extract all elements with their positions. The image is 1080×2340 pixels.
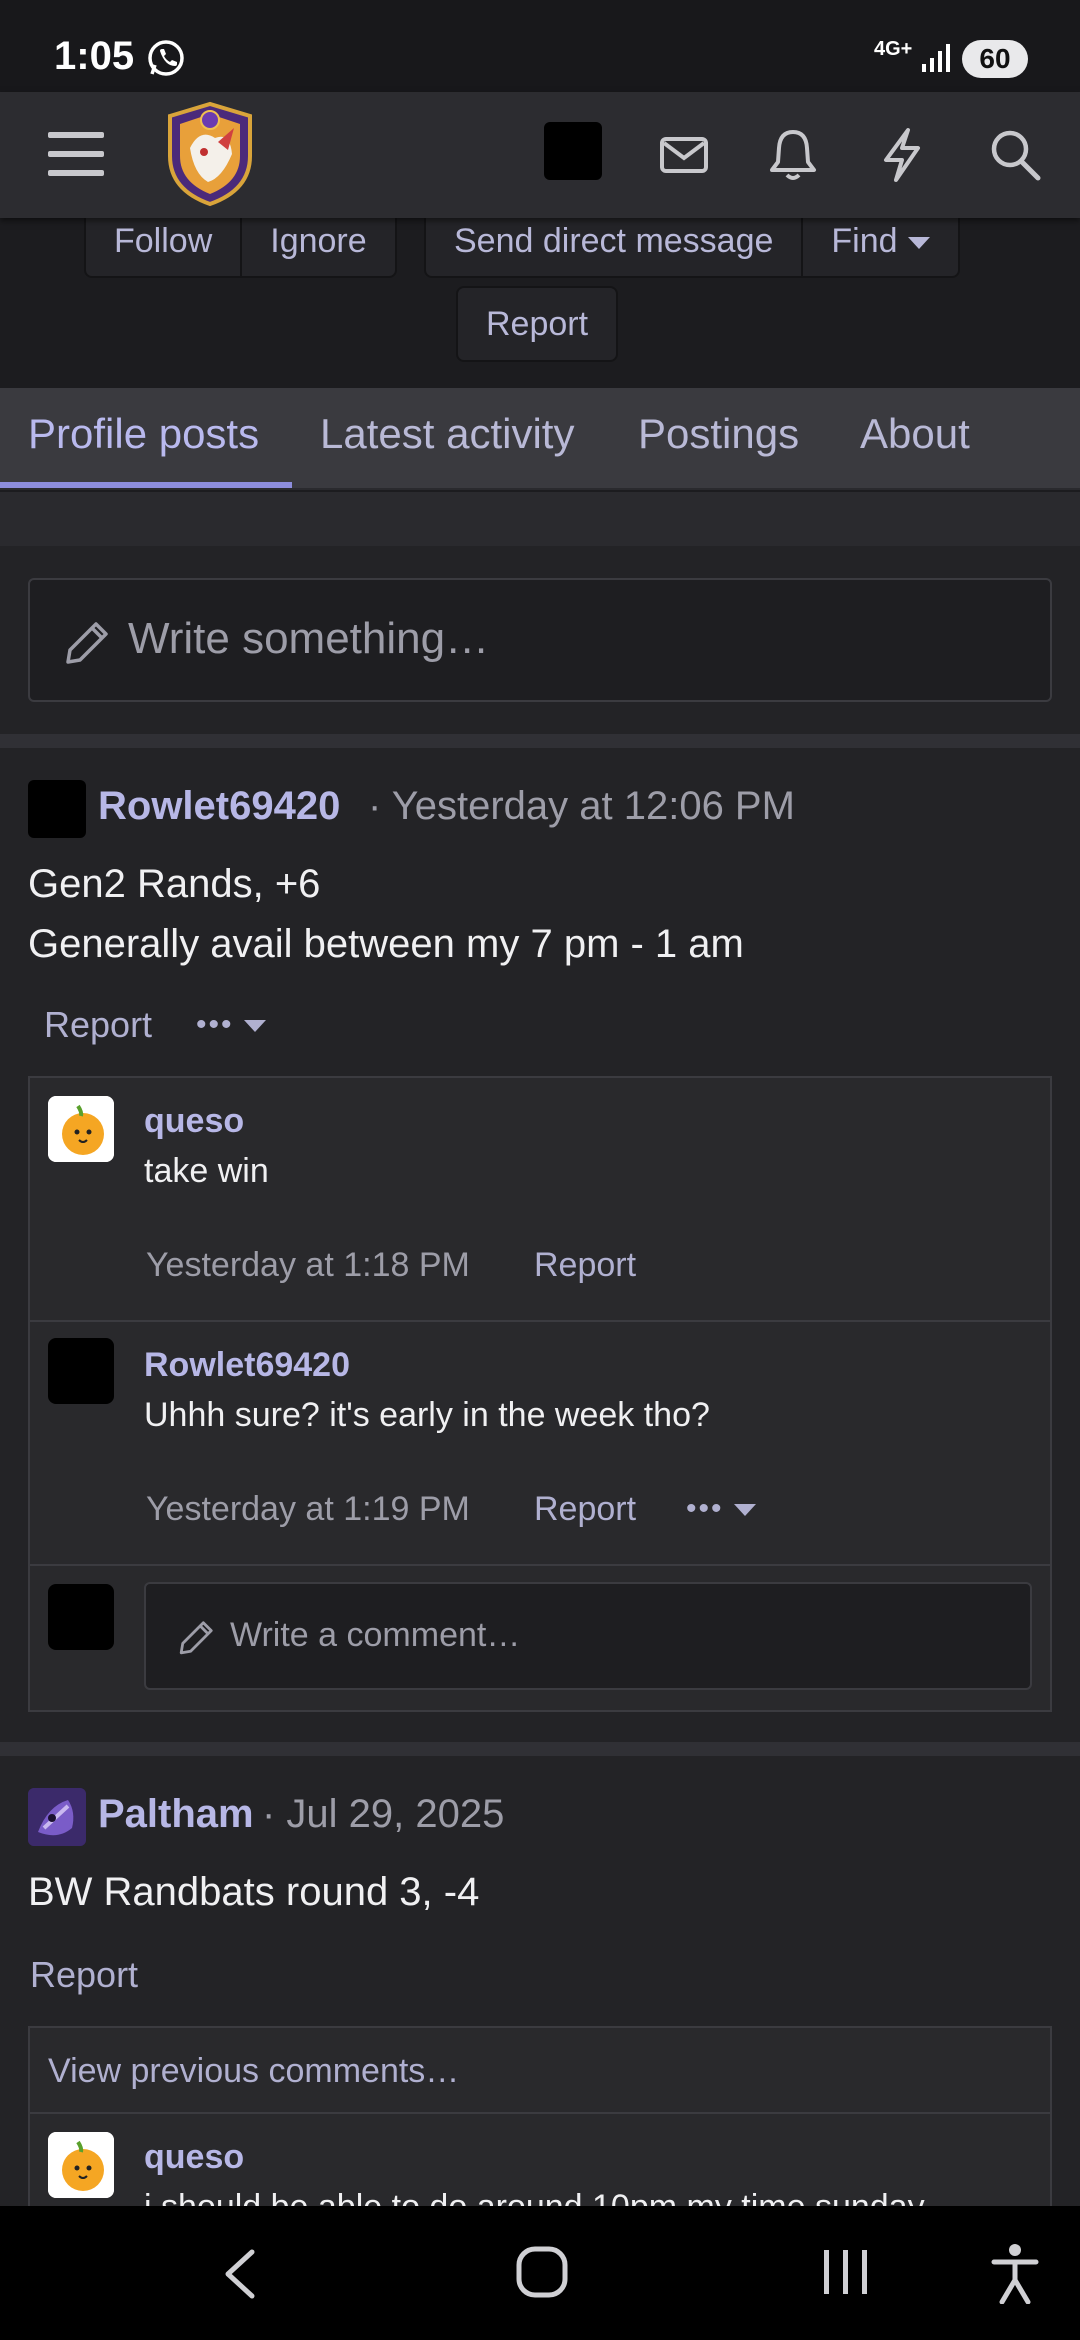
comment: Rowlet69420 Uhhh sure? it's early in the… xyxy=(30,1322,1050,1566)
tab-about[interactable]: About xyxy=(860,388,970,488)
post-body-line: Gen2 Rands, +6 xyxy=(28,862,321,906)
post-author[interactable]: Rowlet69420 xyxy=(98,784,340,829)
comments-block: View previous comments… queso i should b… xyxy=(28,2026,1052,2226)
battery-indicator: 60 xyxy=(962,40,1028,78)
comment-time[interactable]: Yesterday at 1:19 PM xyxy=(146,1490,470,1529)
comment-author[interactable]: Rowlet69420 xyxy=(144,1346,350,1385)
whatsapp-icon xyxy=(148,40,184,76)
comment-text: Uhhh sure? it's early in the week tho? xyxy=(144,1396,710,1434)
separator xyxy=(0,734,1080,748)
report-profile-button[interactable]: Report xyxy=(456,286,619,362)
write-something-placeholder: Write something… xyxy=(128,614,490,663)
status-time: 1:05 xyxy=(54,34,135,78)
avatar[interactable] xyxy=(28,1788,86,1846)
write-comment-box[interactable]: Write a comment… xyxy=(144,1582,1032,1690)
comment-text: take win xyxy=(144,1152,269,1190)
site-header xyxy=(0,92,1080,218)
pencil-icon xyxy=(179,1621,213,1655)
signal-icon xyxy=(922,44,950,72)
chevron-down-icon xyxy=(243,1020,266,1033)
chevron-down-icon xyxy=(907,237,930,250)
pencil-icon xyxy=(66,622,108,664)
status-bar: 1:05 4G+ 60 xyxy=(0,0,1080,92)
comment-time[interactable]: Yesterday at 1:18 PM xyxy=(146,1246,470,1285)
find-label: Find xyxy=(831,222,898,260)
bolt-icon[interactable] xyxy=(880,126,924,184)
report-link[interactable]: Report xyxy=(30,1954,138,1996)
report-link[interactable]: Report xyxy=(534,1246,636,1285)
bell-icon[interactable] xyxy=(768,126,818,182)
back-icon[interactable] xyxy=(220,2246,260,2302)
post-body-line: Generally avail between my 7 pm - 1 am xyxy=(28,922,744,966)
more-options-button[interactable]: ••• xyxy=(686,1492,756,1526)
more-options-button[interactable]: ••• xyxy=(196,1008,266,1042)
avatar[interactable] xyxy=(48,2132,114,2198)
tab-latest-activity[interactable]: Latest activity xyxy=(320,388,574,488)
tab-postings[interactable]: Postings xyxy=(638,388,799,488)
comments-block: queso take win Yesterday at 1:18 PM Repo… xyxy=(28,1076,1052,1712)
avatar[interactable] xyxy=(48,1096,114,1162)
tab-profile-posts[interactable]: Profile posts xyxy=(0,388,292,488)
avatar[interactable] xyxy=(48,1338,114,1404)
avatar xyxy=(48,1584,114,1650)
network-indicator: 4G+ xyxy=(874,38,913,60)
view-previous-row[interactable]: View previous comments… xyxy=(30,2028,1050,2114)
mail-icon[interactable] xyxy=(658,130,710,180)
chevron-down-icon xyxy=(733,1504,756,1517)
post-body-line: BW Randbats round 3, -4 xyxy=(28,1870,480,1914)
recents-icon[interactable] xyxy=(818,2246,874,2298)
user-avatar-button[interactable] xyxy=(544,122,602,180)
report-link[interactable]: Report xyxy=(534,1490,636,1529)
view-previous-comments-link[interactable]: View previous comments… xyxy=(48,2052,459,2091)
comment: queso take win Yesterday at 1:18 PM Repo… xyxy=(30,1078,1050,1322)
menu-icon[interactable] xyxy=(44,126,108,182)
more-dots-icon: ••• xyxy=(196,1008,234,1041)
post-time[interactable]: · Yesterday at 12:06 PM xyxy=(368,784,795,829)
post-author[interactable]: Paltham xyxy=(98,1792,254,1837)
avatar[interactable] xyxy=(28,780,86,838)
home-icon[interactable] xyxy=(514,2244,570,2300)
comment-author[interactable]: queso xyxy=(144,1102,244,1141)
post-time[interactable]: · Jul 29, 2025 xyxy=(262,1792,504,1837)
more-dots-icon: ••• xyxy=(686,1492,724,1525)
system-nav-bar xyxy=(0,2206,1080,2340)
separator xyxy=(0,1742,1080,1756)
section-gap xyxy=(0,492,1080,546)
write-something-box[interactable]: Write something… xyxy=(28,578,1052,702)
profile-tabs: Profile posts Latest activity Postings A… xyxy=(0,388,1080,490)
search-icon[interactable] xyxy=(988,126,1042,182)
report-link[interactable]: Report xyxy=(44,1004,152,1046)
accessibility-icon[interactable] xyxy=(990,2242,1040,2304)
site-logo[interactable] xyxy=(160,98,260,208)
write-comment-placeholder: Write a comment… xyxy=(230,1616,521,1654)
comment-author[interactable]: queso xyxy=(144,2138,244,2177)
